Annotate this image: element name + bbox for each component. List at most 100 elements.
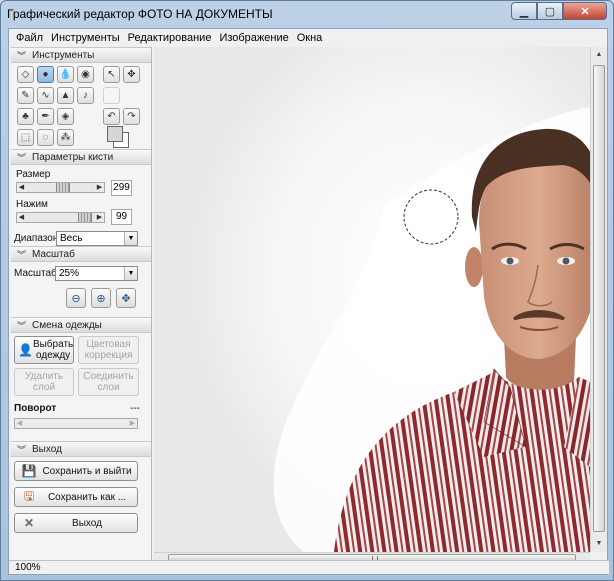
sharpen-tool-icon[interactable]: ▲: [57, 87, 74, 104]
rotation-slider[interactable]: ◀ ▶: [14, 418, 138, 429]
section-brush-title: Параметры кисти: [32, 151, 114, 163]
merge-layers-label: Соединить слои: [83, 371, 134, 393]
merge-layers-button[interactable]: Соединить слои: [78, 368, 139, 396]
zoom-select[interactable]: 25% ▼: [55, 266, 138, 281]
person-icon: 👤: [18, 343, 33, 357]
collapse-chevron-icon: ︾: [17, 50, 27, 61]
pressure-label: Нажим: [16, 199, 48, 210]
move-tool-icon[interactable]: ✥: [123, 66, 140, 83]
pressure-value[interactable]: 99: [111, 209, 132, 225]
vertical-scroll-thumb[interactable]: [593, 65, 605, 532]
window-title: Графический редактор ФОТО НА ДОКУМЕНТЫ: [7, 7, 273, 21]
clothes-panel: 👤 Выбрать одежду Цветовая коррекция Удал…: [11, 333, 151, 441]
brush-panel: Размер ◀ ▶ 299 Нажим ◀ ▶ 99 Диапазон Вес…: [11, 165, 151, 246]
section-exit-header[interactable]: ︾ Выход: [11, 441, 151, 457]
slider-right-arrow-icon[interactable]: ▶: [95, 213, 104, 222]
drop-tool-icon[interactable]: 💧: [57, 66, 74, 83]
section-clothes-title: Смена одежды: [32, 319, 102, 331]
zoom-panel: Масштаб 25% ▼ ⊖ ⊕ ✥: [11, 262, 151, 317]
brush-tool-icon[interactable]: ●: [37, 66, 54, 83]
portrait-photo: [154, 47, 590, 552]
range-select[interactable]: Весь ▼: [56, 231, 138, 246]
redo-icon[interactable]: ↷: [123, 108, 140, 125]
delete-layer-button[interactable]: Удалить слой: [14, 368, 74, 396]
app-window: Графический редактор ФОТО НА ДОКУМЕНТЫ ▁…: [0, 0, 614, 581]
zoom-out-icon[interactable]: ⊖: [66, 288, 86, 308]
zoom-in-icon[interactable]: ⊕: [91, 288, 111, 308]
smudge-tool-icon[interactable]: ✎: [17, 87, 34, 104]
ellipse-select-tool-icon[interactable]: ◌: [37, 129, 54, 146]
vertical-scrollbar[interactable]: ▲ ▼: [590, 47, 607, 552]
scroll-down-icon[interactable]: ▼: [591, 536, 607, 552]
exit-panel: 💾 Сохранить и выйти 🖫 Сохранить как ... …: [11, 457, 151, 547]
tools-panel: ◇ ● 💧 ◉ ↖ ✥ ✎ ∿ ▲ ♪ ♣ ✒ ◈ ↶ ↷ ⬚ ◌ ⁂: [11, 63, 151, 149]
window-controls: ▁ ▢ ✕: [511, 2, 607, 20]
pressure-slider-thumb[interactable]: [78, 213, 92, 222]
color-correction-button[interactable]: Цветовая коррекция: [78, 336, 139, 364]
eraser-tool-icon[interactable]: ◇: [17, 66, 34, 83]
slider-left-arrow-icon[interactable]: ◀: [15, 419, 24, 428]
choose-clothes-button[interactable]: 👤 Выбрать одежду: [14, 336, 74, 364]
collapse-chevron-icon: ︾: [17, 320, 27, 331]
save-and-exit-label: Сохранить и выйти: [42, 465, 132, 477]
slider-right-arrow-icon[interactable]: ▶: [95, 183, 104, 192]
pen-tool-icon[interactable]: ✒: [37, 108, 54, 125]
pointer-tool-icon[interactable]: ↖: [103, 66, 120, 83]
collapse-chevron-icon: ︾: [17, 152, 27, 163]
undo-icon[interactable]: ↶: [103, 108, 120, 125]
floppy-disk-icon: 💾: [21, 464, 37, 478]
slider-left-arrow-icon[interactable]: ◀: [17, 183, 26, 192]
section-zoom-header[interactable]: ︾ Масштаб: [11, 246, 151, 262]
status-bar: 100%: [9, 560, 609, 574]
x-icon: ✕: [23, 516, 35, 530]
menu-bar: Файл Инструменты Редактирование Изображе…: [9, 29, 607, 47]
menu-edit[interactable]: Редактирование: [124, 29, 216, 47]
rotation-value: ---: [130, 403, 140, 414]
range-select-value: Весь: [60, 233, 83, 244]
section-tools-title: Инструменты: [32, 49, 95, 61]
choose-clothes-label: Выбрать одежду: [32, 339, 74, 361]
pressure-slider[interactable]: ◀ ▶: [16, 212, 105, 223]
rect-select-tool-icon[interactable]: ⬚: [17, 129, 34, 146]
size-label: Размер: [16, 169, 51, 180]
scroll-up-icon[interactable]: ▲: [591, 47, 607, 63]
save-as-button[interactable]: 🖫 Сохранить как ...: [14, 487, 138, 507]
chevron-down-icon: ▼: [124, 232, 137, 245]
rotation-label: Поворот: [14, 403, 57, 414]
sponge-tool-icon[interactable]: ◉: [77, 66, 94, 83]
menu-windows[interactable]: Окна: [293, 29, 327, 47]
menu-file[interactable]: Файл: [12, 29, 47, 47]
menu-image[interactable]: Изображение: [215, 29, 292, 47]
size-value[interactable]: 299: [111, 180, 132, 196]
collapse-chevron-icon: ︾: [17, 444, 27, 455]
menu-tools[interactable]: Инструменты: [47, 29, 124, 47]
save-as-icon: 🖫: [23, 488, 35, 503]
section-zoom-title: Масштаб: [32, 248, 75, 260]
size-slider-thumb[interactable]: [56, 183, 70, 192]
section-exit-title: Выход: [32, 443, 62, 455]
image-canvas[interactable]: [154, 47, 590, 552]
save-and-exit-button[interactable]: 💾 Сохранить и выйти: [14, 461, 138, 481]
stamp-tool-icon[interactable]: ♣: [17, 108, 34, 125]
color-swatch[interactable]: [107, 126, 131, 148]
feather-tool-icon[interactable]: ♪: [77, 87, 94, 104]
delete-layer-label: Удалить слой: [24, 371, 64, 393]
size-slider[interactable]: ◀ ▶: [16, 182, 105, 193]
close-button[interactable]: ✕: [563, 2, 607, 20]
zoom-select-value: 25%: [59, 268, 80, 279]
magic-select-tool-icon[interactable]: ⁂: [57, 129, 74, 146]
range-label: Диапазон: [14, 233, 59, 244]
lasso-tool-icon[interactable]: ∿: [37, 87, 54, 104]
section-tools-header[interactable]: ︾ Инструменты: [11, 47, 151, 63]
save-as-label: Сохранить как ...: [47, 491, 127, 503]
status-zoom: 100%: [15, 562, 41, 573]
fit-to-window-icon[interactable]: ✥: [116, 288, 136, 308]
section-clothes-header[interactable]: ︾ Смена одежды: [11, 317, 151, 333]
quit-button[interactable]: ✕ Выход: [14, 513, 138, 533]
slider-left-arrow-icon[interactable]: ◀: [17, 213, 26, 222]
fill-tool-icon[interactable]: ◈: [57, 108, 74, 125]
minimize-button[interactable]: ▁: [511, 2, 537, 20]
maximize-button[interactable]: ▢: [537, 2, 563, 20]
section-brush-header[interactable]: ︾ Параметры кисти: [11, 149, 151, 165]
slider-right-arrow-icon[interactable]: ▶: [128, 419, 137, 428]
